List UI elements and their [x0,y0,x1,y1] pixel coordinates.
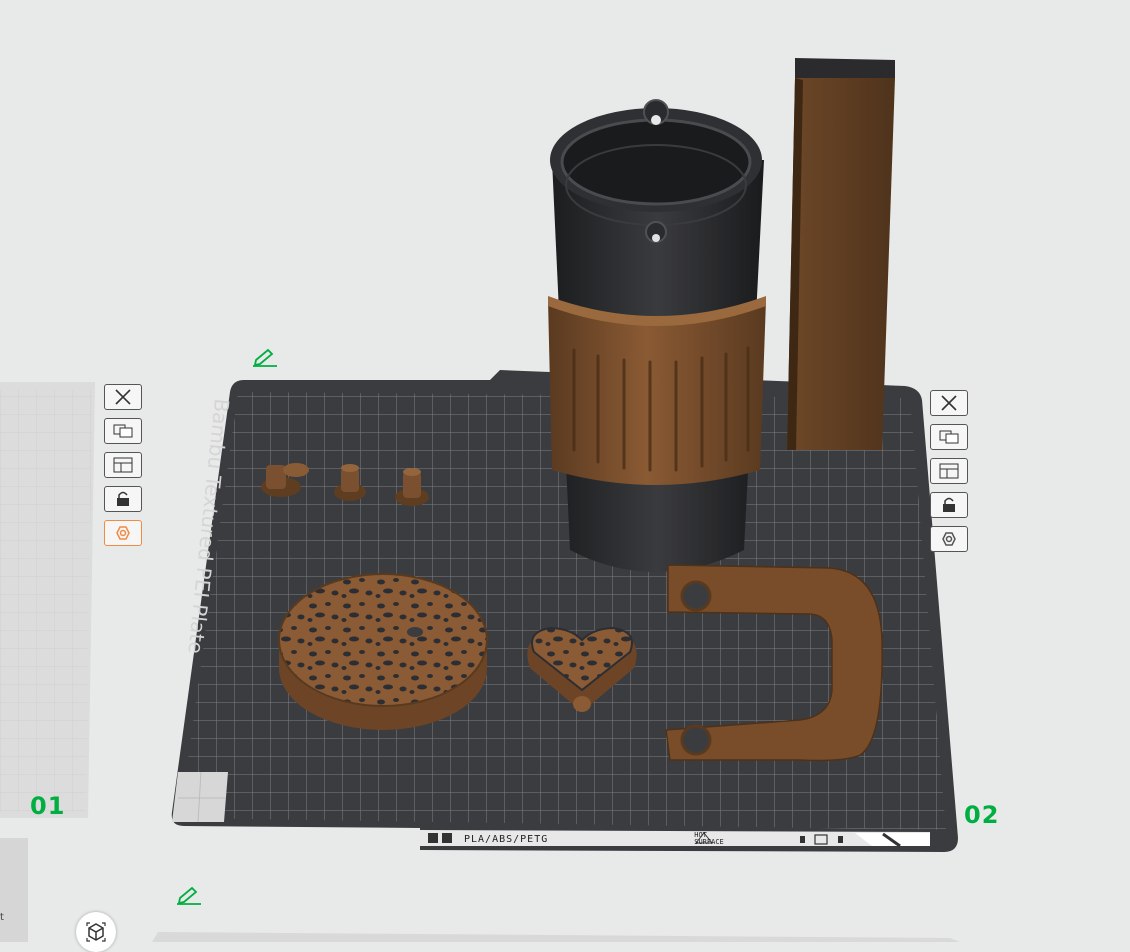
layout-icon [939,463,959,479]
plate-02-remove-button[interactable] [930,390,968,416]
bed-materials-text: PLA/ABS/PETG [464,833,549,845]
edit-plate-name-icon[interactable] [250,346,280,368]
plate-03-bed [152,932,960,942]
layout-icon [113,457,133,473]
plate-02-arrange-button[interactable] [930,424,968,450]
bed-hot-surface-text: HOT SURFACE [694,832,724,846]
plate-01-settings-button[interactable] [104,520,142,546]
settings-icon [942,532,956,546]
cup-model [548,99,766,572]
plate-01-lock-button[interactable] [104,486,142,512]
plate-number-01: 01 [30,792,66,820]
edit-plate-name-icon[interactable] [174,884,204,906]
side-panel-text: t [0,912,4,923]
settings-icon [116,526,130,540]
plate-01-toolbar [104,384,142,546]
plate-02-settings-button[interactable] [930,526,968,552]
plate-02-toolbar [930,390,968,552]
lock-icon [943,497,955,512]
lock-icon [117,491,129,506]
close-icon [941,395,957,411]
surface-text: SURFACE [694,838,724,846]
leopard-lid-model [278,573,488,730]
close-icon [115,389,131,405]
side-panel-edge: t [0,838,28,942]
plate-02-layout-button[interactable] [930,458,968,484]
cube-view-icon [86,922,106,942]
plate-01-layout-button[interactable] [104,452,142,478]
plate-01-remove-button[interactable] [104,384,142,410]
pillar-model [787,58,895,450]
arrange-icon [113,424,133,438]
plate-01-arrange-button[interactable] [104,418,142,444]
bed-info-strip: PLA/ABS/PETG HOT SURFACE [420,829,930,849]
plate-number-02: 02 [964,801,1000,829]
plate-02-lock-button[interactable] [930,492,968,518]
arrange-icon [939,430,959,444]
view-orientation-button[interactable] [76,912,116,952]
